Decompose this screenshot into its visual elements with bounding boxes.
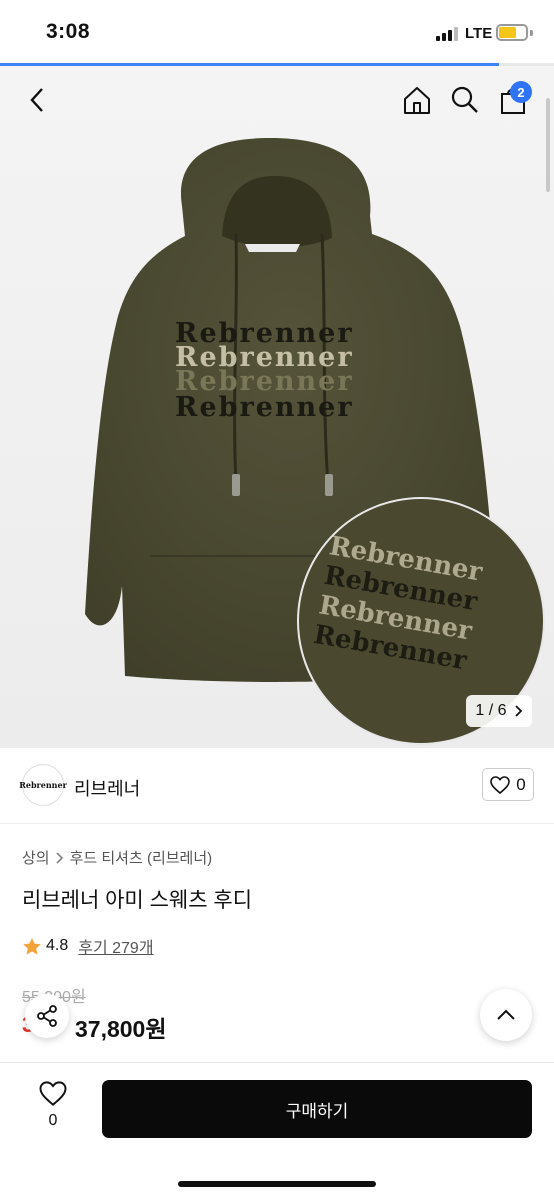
product-image[interactable]: Rebrenner Rebrenner Rebrenner Rebrenner … xyxy=(0,66,554,748)
brand-logo[interactable]: Rebrenner xyxy=(19,764,67,806)
image-counter-label: 1 / 6 xyxy=(475,702,507,719)
chevron-left-icon xyxy=(30,88,43,112)
brand-name[interactable]: 리브레너 xyxy=(74,775,140,801)
wishlist-button[interactable]: 0 xyxy=(28,1081,78,1139)
scrollbar[interactable] xyxy=(546,98,550,192)
battery-tip xyxy=(530,30,533,36)
home-button[interactable] xyxy=(397,80,437,120)
rating-value: 4.8 xyxy=(46,937,69,954)
brand-like-count: 0 xyxy=(516,774,526,794)
cart-count-badge: 2 xyxy=(510,81,532,103)
share-button[interactable] xyxy=(25,994,69,1038)
reviews-link[interactable]: 후기 279개 xyxy=(78,934,153,958)
top-nav xyxy=(0,66,554,132)
image-counter[interactable]: 1 / 6 xyxy=(466,695,532,727)
scroll-top-button[interactable] xyxy=(480,989,532,1041)
chevron-right-icon xyxy=(514,705,522,717)
breadcrumb: 상의 후드 티셔츠 (리브레너) xyxy=(22,847,212,868)
print-line-4: Rebrenner xyxy=(175,392,354,423)
sale-price: 37,800원 xyxy=(75,1016,167,1042)
back-button[interactable] xyxy=(18,80,58,120)
chevron-up-icon xyxy=(497,1009,515,1020)
brand-row[interactable]: Rebrenner 리브레너 0 xyxy=(0,748,554,824)
status-bar: 3:08 LTE xyxy=(0,0,554,64)
heart-icon xyxy=(39,1081,67,1106)
product-title: 리브레너 아미 스웨츠 후디 xyxy=(22,889,253,912)
chevron-right-icon xyxy=(56,851,63,864)
wishlist-count: 0 xyxy=(48,1112,58,1129)
breadcrumb-category[interactable]: 상의 xyxy=(22,847,50,868)
signal-icon xyxy=(436,27,458,41)
home-icon xyxy=(404,87,430,114)
search-icon xyxy=(451,86,478,113)
breadcrumb-subcategory[interactable]: 후드 티셔츠 (리브레너) xyxy=(70,847,213,868)
share-icon xyxy=(37,1005,57,1027)
battery-icon xyxy=(496,24,528,41)
heart-icon xyxy=(490,775,511,794)
home-indicator[interactable] xyxy=(178,1181,376,1187)
search-button[interactable] xyxy=(445,80,485,120)
brand-like-button[interactable]: 0 xyxy=(482,768,534,801)
rating-row: 4.8 후기 279개 xyxy=(22,934,154,958)
hoodie-illustration: Rebrenner Rebrenner Rebrenner Rebrenner … xyxy=(85,138,545,745)
buy-button[interactable]: 구매하기 xyxy=(102,1080,532,1138)
status-time: 3:08 xyxy=(46,20,91,43)
network-label: LTE xyxy=(465,25,493,42)
bottom-action-bar: 0 구매하기 xyxy=(0,1062,554,1200)
star-icon xyxy=(23,937,41,955)
